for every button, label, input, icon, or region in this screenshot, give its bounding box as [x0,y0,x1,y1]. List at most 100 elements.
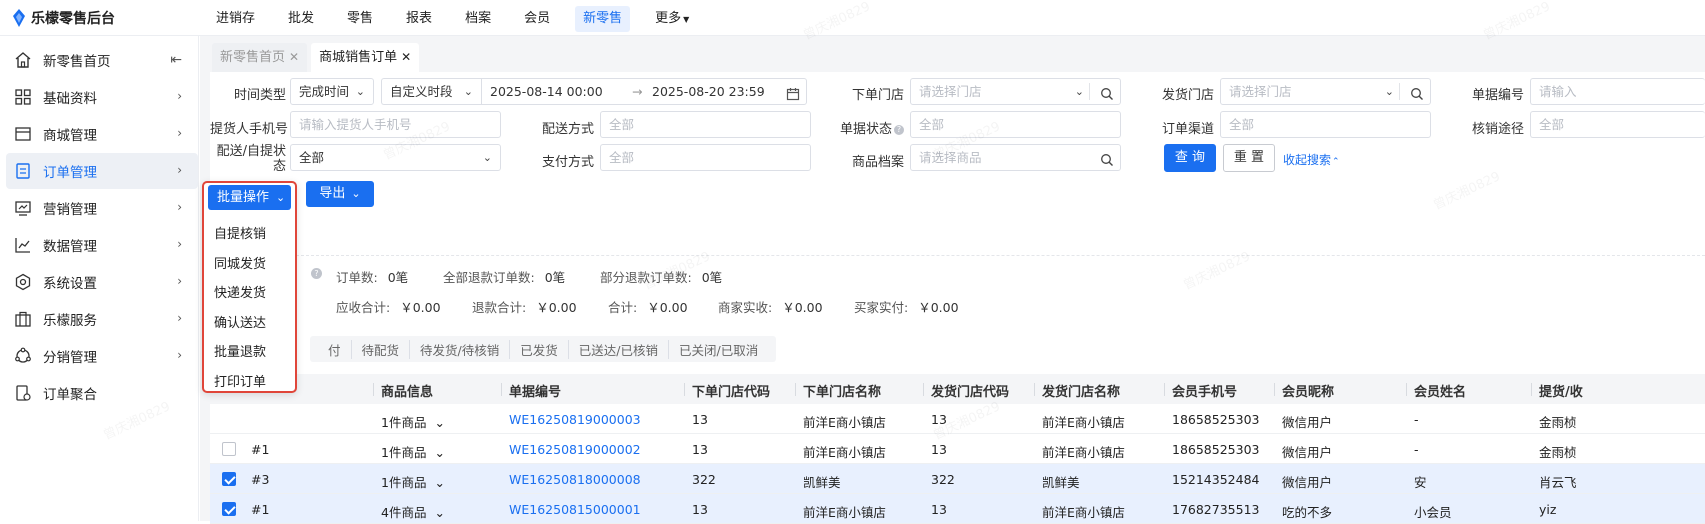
menu-item-batch-refund[interactable]: 批量退款 [214,341,266,360]
help-icon[interactable]: ? [894,125,904,135]
sidebar-item-label: 分销管理 [43,350,97,366]
delivery-method-select[interactable]: 全部 [600,111,811,138]
col-ship-store-code[interactable]: 发货门店代码 [923,381,1009,400]
order-store-select[interactable]: 请选择门店 ⌄ [910,78,1121,105]
doc-status-label-text: 单据状态 [839,122,892,137]
payment-select[interactable]: 全部 [600,144,811,171]
cell-goods[interactable]: 4件商品 ⌄ [381,502,445,521]
tab-mall-sales-orders[interactable]: 商城销售订单 ✕ [311,43,420,72]
topnav-reports[interactable]: 报表 [398,6,440,32]
time-type-select[interactable]: 完成时间 ⌄ [290,78,374,105]
collapse-search-link[interactable]: 收起搜索⌃ [1283,151,1340,168]
collapse-sidebar-icon[interactable]: ⇤ [170,52,182,68]
date-range-picker[interactable]: 2025-08-14 00:00 → 2025-08-20 23:59 [481,78,807,105]
status-tab-delivered[interactable]: 已送达/已核销 [567,339,668,359]
doc-status-select[interactable]: 全部 [910,111,1121,138]
sidebar-item-data[interactable]: 数据管理 › [6,227,198,263]
topnav-members[interactable]: 会员 [516,6,558,32]
sidebar-item-distribution[interactable]: 分销管理 › [6,338,198,374]
topnav-new-retail[interactable]: 新零售 [575,6,631,32]
sidebar-item-mall[interactable]: 商城管理 › [6,116,198,152]
menu-item-confirm-delivered[interactable]: 确认送达 [214,312,266,331]
chevron-right-icon: › [177,163,182,177]
col-doc-no[interactable]: 单据编号 [501,381,562,400]
col-order-store-code[interactable]: 下单门店代码 [684,381,771,400]
row-checkbox[interactable] [222,442,236,456]
doc-status-label: 单据状态? [836,118,904,137]
table-row[interactable]: #3 1件商品 ⌄ WE16250818000008 322 凯鲜美 322 凯鲜… [210,464,1705,494]
close-icon[interactable]: ✕ [401,50,411,64]
sidebar-item-settings[interactable]: 系统设置 › [6,264,198,300]
col-label: 发货门店名称 [1042,385,1121,400]
export-button[interactable]: 导出 ⌄ [306,181,374,207]
cell-ship-store-name: 前洋E商小镇店 [1042,415,1125,430]
cell-member-phone: 15214352484 [1172,472,1260,487]
info-icon[interactable]: ? [311,268,322,279]
col-member-phone[interactable]: 会员手机号 [1164,381,1237,400]
sidebar: 新零售首页 ⇤ 基础资料 › 商城管理 › 订单管理 › 营销管理 › 数据管理… [0,36,199,521]
cell-goods[interactable]: 1件商品 ⌄ [381,472,445,491]
row-checkbox[interactable] [222,502,236,516]
chevron-right-icon: › [177,89,182,103]
cell-ship-store-name: 前洋E商小镇店 [1042,505,1125,520]
period-value: 自定义时段 [390,84,453,99]
app-logo[interactable]: 乐檬零售后台 [12,8,115,28]
cell-goods[interactable]: 1件商品 ⌄ [381,442,445,461]
menu-item-self-pickup-writeoff[interactable]: 自提核销 [214,223,266,242]
writeoff-select[interactable]: 全部 [1530,111,1705,138]
topnav-archives[interactable]: 档案 [457,6,499,32]
order-store-label: 下单门店 [851,88,904,103]
col-pickup[interactable]: 提货/收 [1531,381,1583,400]
sidebar-item-marketing[interactable]: 营销管理 › [6,190,198,226]
sidebar-item-new-retail-home[interactable]: 新零售首页 ⇤ [6,42,198,78]
sidebar-item-lemon-service[interactable]: 乐檬服务 › [6,301,198,337]
table-row[interactable]: #1 4件商品 ⌄ WE16250815000001 13 前洋E商小镇店 13 … [210,494,1705,524]
ship-store-select[interactable]: 请选择门店 ⌄ [1220,78,1431,105]
menu-item-print-order[interactable]: 打印订单 [214,371,266,390]
status-tab-pending-pay[interactable]: 付 [318,340,351,359]
col-label: 单据编号 [509,385,562,400]
status-tab-pending-ship[interactable]: 待发货/待核销 [409,339,509,359]
sidebar-item-orders[interactable]: 订单管理 › [6,153,198,189]
status-tab-pending-pick[interactable]: 待配货 [350,339,410,359]
col-ship-store-name[interactable]: 发货门店名称 [1034,381,1121,400]
cell-doc-no[interactable]: WE16250819000003 [509,412,641,427]
col-member-name[interactable]: 会员姓名 [1406,381,1466,400]
col-order-store-name[interactable]: 下单门店名称 [795,381,881,400]
menu-item-express-delivery[interactable]: 快递发货 [214,282,266,301]
cell-goods[interactable]: 1件商品 ⌄ [381,412,445,431]
stat-full-refund: 全部退款订单数: 0笔 [443,267,565,286]
date-start: 2025-08-14 00:00 [490,84,603,99]
status-tab-closed[interactable]: 已关闭/已取消 [667,339,768,359]
period-select[interactable]: 自定义时段 ⌄ [381,78,481,105]
topnav-wholesale[interactable]: 批发 [280,6,322,32]
order-channel-select[interactable]: 全部 [1220,111,1431,138]
calendar-icon[interactable] [786,84,800,104]
cell-member-phone: 17682735513 [1172,502,1260,517]
search-icon[interactable] [1100,84,1114,104]
search-icon[interactable] [1410,84,1424,104]
search-icon[interactable] [1100,150,1114,170]
query-button[interactable]: 查 询 [1164,144,1216,172]
col-goods[interactable]: 商品信息 [373,381,433,400]
topnav-retail[interactable]: 零售 [339,6,381,32]
topnav-more[interactable]: 更多 ▼ [647,6,697,32]
topnav-inventory[interactable]: 进销存 [208,6,263,32]
cell-doc-no[interactable]: WE16250819000002 [509,442,641,457]
status-tab-shipped[interactable]: 已发货 [509,339,568,359]
col-member-nick[interactable]: 会员昵称 [1274,381,1334,400]
pickup-phone-input[interactable]: 请输入提货人手机号 [290,111,501,138]
tab-new-retail-home[interactable]: 新零售首页 ✕ [212,43,308,72]
close-icon[interactable]: ✕ [289,50,299,64]
reset-button[interactable]: 重 置 [1223,144,1275,172]
batch-operations-button[interactable]: 批量操作 ⌄ [208,185,291,210]
table-row[interactable]: #1 1件商品 ⌄ WE16250819000002 13 前洋E商小镇店 13 … [210,434,1705,464]
doc-no-input[interactable]: 请输入 [1530,78,1705,105]
row-checkbox[interactable] [222,472,236,486]
col-label: 下单门店代码 [692,385,771,400]
cell-doc-no[interactable]: WE16250818000008 [509,472,641,487]
cell-order-store-name: 前洋E商小镇店 [803,505,886,520]
cell-doc-no[interactable]: WE16250815000001 [509,502,641,517]
menu-item-local-delivery[interactable]: 同城发货 [214,253,266,272]
sidebar-item-basic-data[interactable]: 基础资料 › [6,79,198,115]
